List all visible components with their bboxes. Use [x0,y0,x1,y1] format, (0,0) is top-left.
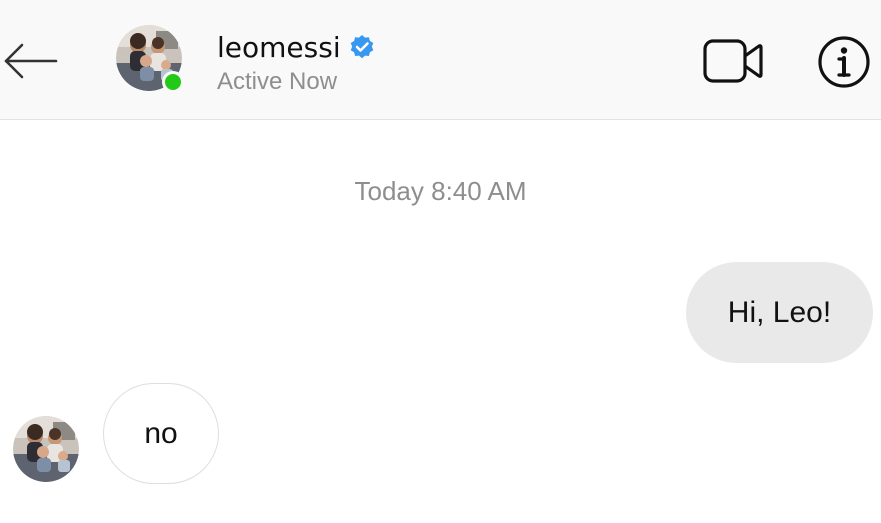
sender-avatar[interactable] [13,416,79,482]
username[interactable]: leomessi [217,31,341,64]
back-button[interactable] [0,33,60,89]
online-status-dot [162,71,184,93]
profile-avatar-button[interactable] [116,25,184,93]
verified-badge-icon [350,35,373,59]
incoming-message-bubble[interactable]: no [103,383,219,484]
active-status: Active Now [217,68,338,95]
outgoing-message-bubble[interactable]: Hi, Leo! [686,262,873,363]
arrow-left-icon [4,43,58,79]
conversation-info-button[interactable] [817,35,871,89]
video-camera-icon [703,39,763,83]
chat-header: leomessi Active Now [0,0,881,120]
username-row[interactable]: leomessi [217,27,375,67]
info-icon [818,36,870,88]
message-timestamp: Today 8:40 AM [354,176,527,206]
dm-conversation-screen: leomessi Active Now Today 8:40 AM Hi, Le… [0,0,881,523]
video-call-button[interactable] [702,38,764,84]
